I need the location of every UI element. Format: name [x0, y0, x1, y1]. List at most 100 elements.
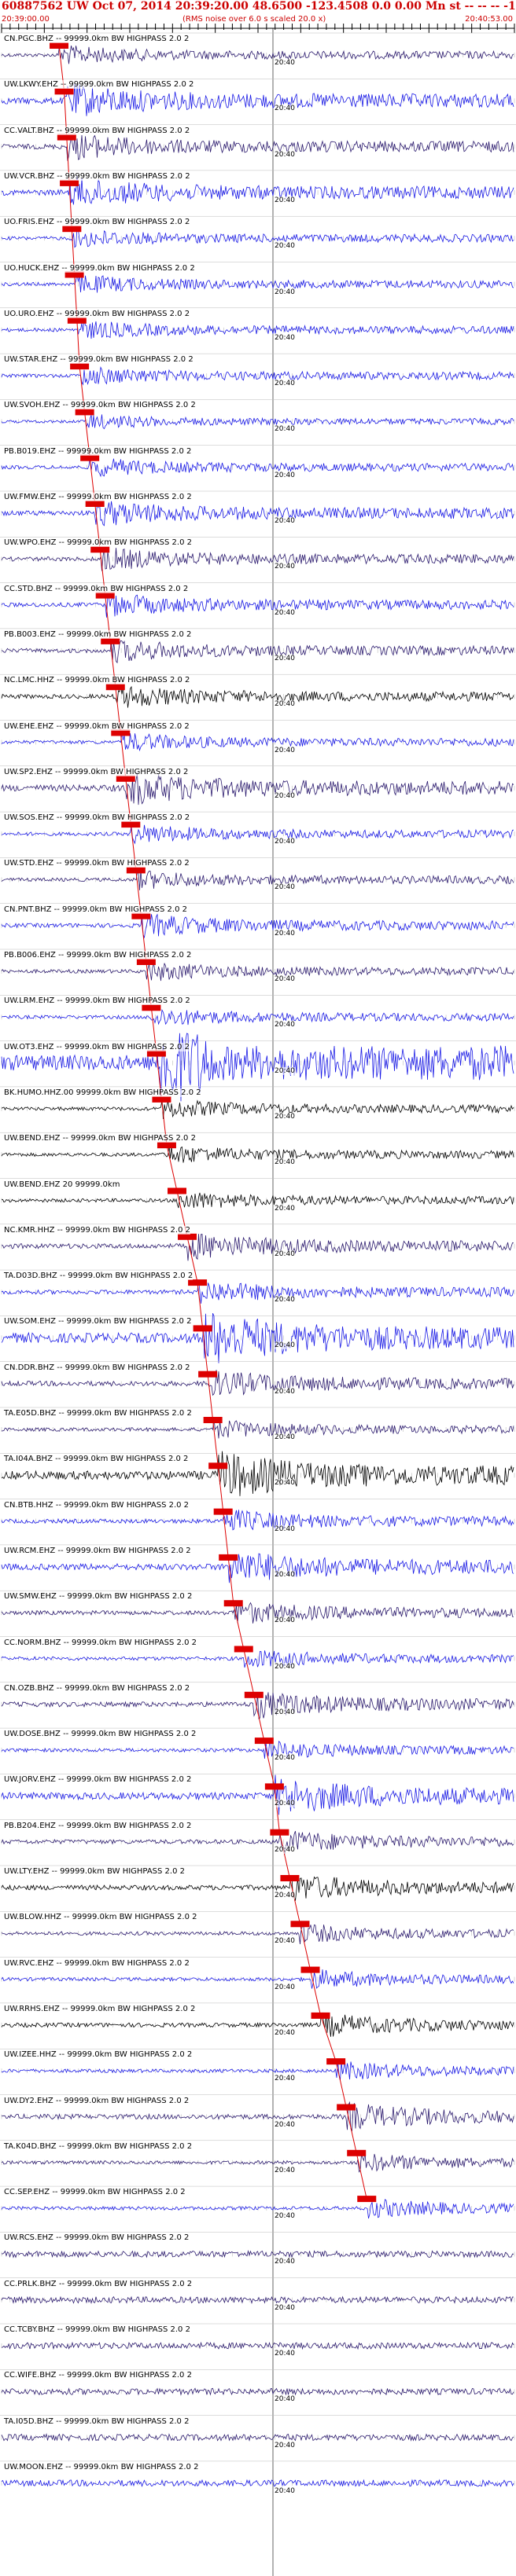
station-label: NC.KMR.HHZ -- 99999.0km BW HIGHPASS 2.0 …: [4, 1225, 190, 1235]
minute-mark-label: 20:40: [275, 1708, 295, 1716]
station-label: UW.BLOW.HHZ -- 99999.0km BW HIGHPASS 2.0…: [4, 1913, 197, 1922]
minute-mark-label: 20:40: [275, 2028, 295, 2037]
waveform-trace: [1, 1924, 514, 1945]
waveform-trace: [1, 1234, 514, 1261]
minute-mark-label: 20:40: [275, 1341, 295, 1350]
minute-mark-label: 20:40: [275, 150, 295, 159]
station-label: CN.PNT.BHZ -- 99999.0km BW HIGHPASS 2.0 …: [4, 905, 187, 914]
minute-mark-label: 20:40: [275, 746, 295, 754]
minute-mark-label: 20:40: [275, 105, 295, 113]
station-label: NC.LMC.HHZ -- 99999.0km BW HIGHPASS 2.0 …: [4, 676, 190, 685]
station-label: UW.EHE.EHZ -- 99999.0km BW HIGHPASS 2.0 …: [4, 721, 190, 731]
station-label: PB.B204.EHZ -- 99999.0km BW HIGHPASS 2.0…: [4, 1821, 192, 1830]
station-label: UW.SMW.EHZ -- 99999.0km BW HIGHPASS 2.0 …: [4, 1592, 193, 1602]
minute-mark-label: 20:40: [275, 1616, 295, 1625]
station-label: PB.B003.EHZ -- 99999.0km BW HIGHPASS 2.0…: [4, 629, 192, 639]
station-label: UO.FRIS.EHZ -- 99999.0km BW HIGHPASS 2.0…: [4, 218, 190, 227]
station-label: CN.PGC.BHZ -- 99999.0km BW HIGHPASS 2.0 …: [4, 35, 190, 43]
minute-mark-label: 20:40: [275, 1296, 295, 1305]
station-label: UW.RVC.EHZ -- 99999.0km BW HIGHPASS 2.0 …: [4, 1958, 190, 1968]
waveform-trace: [1, 869, 514, 890]
station-label: UW.SOM.EHZ -- 99999.0km BW HIGHPASS 2.0 …: [4, 1317, 192, 1327]
station-label: UW.RRHS.EHZ -- 99999.0km BW HIGHPASS 2.0…: [4, 2004, 196, 2013]
station-label: UW.DY2.EHZ -- 99999.0km BW HIGHPASS 2.0 …: [4, 2096, 190, 2105]
minute-mark-label: 20:40: [275, 791, 295, 800]
waveform-trace: [1, 456, 514, 478]
station-label: UW.WPO.EHZ -- 99999.0km BW HIGHPASS 2.0 …: [4, 538, 192, 548]
phase-pick-marker: [357, 2196, 377, 2203]
station-label: UW.LTY.EHZ -- 99999.0km BW HIGHPASS 2.0 …: [4, 1867, 185, 1876]
minute-mark-label: 20:40: [275, 1249, 295, 1258]
minute-mark-label: 20:40: [275, 654, 295, 662]
waveform-trace: [1, 732, 514, 752]
station-label: BK.HUMO.HHZ.00 99999.0km BW HIGHPASS 2.0…: [4, 1088, 201, 1097]
station-label: TA.I04A.BHZ -- 99999.0km BW HIGHPASS 2.0…: [4, 1455, 189, 1464]
station-label: CC.VALT.BHZ -- 99999.0km BW HIGHPASS 2.0…: [4, 126, 190, 135]
minute-mark-label: 20:40: [275, 2258, 295, 2266]
minute-mark-label: 20:40: [275, 1754, 295, 1763]
minute-mark-label: 20:40: [275, 2486, 295, 2495]
minute-mark-label: 20:40: [275, 2212, 295, 2221]
station-label: UW.BEND.EHZ -- 99999.0km BW HIGHPASS 2.0…: [4, 1134, 196, 1143]
station-label: CN.OZB.BHZ -- 99999.0km BW HIGHPASS 2.0 …: [4, 1683, 190, 1693]
station-label: UW.RCS.EHZ -- 99999.0km BW HIGHPASS 2.0 …: [4, 2233, 190, 2243]
minute-mark-label: 20:40: [275, 1158, 295, 1167]
station-label: UW.DOSE.BHZ -- 99999.0km BW HIGHPASS 2.0…: [4, 1730, 197, 1739]
minute-mark-label: 20:40: [275, 2395, 295, 2404]
station-label: CN.BTB.HHZ -- 99999.0km BW HIGHPASS 2.0 …: [4, 1500, 190, 1510]
minute-mark-label: 20:40: [275, 1066, 295, 1075]
minute-mark-label: 20:40: [275, 1570, 295, 1579]
minute-mark-label: 20:40: [275, 1800, 295, 1808]
minute-mark-label: 20:40: [275, 1433, 295, 1441]
minute-mark-label: 20:40: [275, 288, 295, 296]
minute-mark-label: 20:40: [275, 2303, 295, 2312]
station-label: UW.BEND.EHZ 20 99999.0km: [4, 1180, 120, 1189]
minute-mark-label: 20:40: [275, 1662, 295, 1671]
minute-mark-label: 20:40: [275, 517, 295, 525]
minute-mark-label: 20:40: [275, 883, 295, 892]
station-label: UW.STD.EHZ -- 99999.0km BW HIGHPASS 2.0 …: [4, 859, 190, 868]
station-label: CC.STD.BHZ -- 99999.0km BW HIGHPASS 2.0 …: [4, 584, 189, 593]
minute-mark-label: 20:40: [275, 700, 295, 709]
minute-mark-label: 20:40: [275, 838, 295, 846]
station-label: UO.URO.EHZ -- 99999.0km BW HIGHPASS 2.0 …: [4, 309, 190, 318]
station-label: CC.PRLK.BHZ -- 99999.0km BW HIGHPASS 2.0…: [4, 2279, 193, 2288]
waveform-trace: [1, 593, 514, 618]
minute-mark-label: 20:40: [275, 2075, 295, 2083]
minute-mark-label: 20:40: [275, 380, 295, 388]
station-label: TA.E05D.BHZ -- 99999.0km BW HIGHPASS 2.0…: [4, 1409, 192, 1418]
minute-mark-label: 20:40: [275, 1937, 295, 1946]
minute-mark-label: 20:40: [275, 333, 295, 342]
station-label: UW.RCM.EHZ -- 99999.0km BW HIGHPASS 2.0 …: [4, 1546, 191, 1555]
minute-mark-label: 20:40: [275, 59, 295, 67]
minute-mark-label: 20:40: [275, 1204, 295, 1213]
minute-mark-label: 20:40: [275, 608, 295, 617]
minute-mark-label: 20:40: [275, 196, 295, 204]
minute-mark-label: 20:40: [275, 1479, 295, 1488]
minute-mark-label: 20:40: [275, 2166, 295, 2174]
station-label: UW.SVOH.EHZ -- 99999.0km BW HIGHPASS 2.0…: [4, 401, 196, 410]
station-label: CC.WIFE.BHZ -- 99999.0km BW HIGHPASS 2.0…: [4, 2371, 192, 2380]
station-label: UW.VCR.BHZ -- 99999.0km BW HIGHPASS 2.0 …: [4, 171, 190, 181]
station-label: CC.NORM.BHZ -- 99999.0km BW HIGHPASS 2.0…: [4, 1638, 197, 1647]
minute-mark-label: 20:40: [275, 563, 295, 571]
minute-mark-label: 20:40: [275, 242, 295, 251]
minute-mark-label: 20:40: [275, 425, 295, 434]
station-label: TA.I05D.BHZ -- 99999.0km BW HIGHPASS 2.0…: [4, 2416, 190, 2426]
minute-mark-label: 20:40: [275, 1021, 295, 1029]
minute-mark-label: 20:40: [275, 471, 295, 479]
station-label: UW.JORV.EHZ -- 99999.0km BW HIGHPASS 2.0…: [4, 1775, 192, 1785]
minute-mark-label: 20:40: [275, 1892, 295, 1899]
station-label: UW.FMW.EHZ -- 99999.0km BW HIGHPASS 2.0 …: [4, 493, 192, 501]
waveform-trace: [1, 1553, 514, 1583]
station-label: UW.OT3.EHZ -- 99999.0km BW HIGHPASS 2.0 …: [4, 1042, 190, 1051]
station-label: CC.TCBY.BHZ -- 99999.0km BW HIGHPASS 2.0…: [4, 2325, 190, 2334]
station-label: UW.LRM.EHZ -- 99999.0km BW HIGHPASS 2.0 …: [4, 996, 190, 1006]
station-label: CC.SEP.EHZ -- 99999.0km BW HIGHPASS 2.0 …: [4, 2188, 186, 2197]
station-label: TA.D03D.BHZ -- 99999.0km BW HIGHPASS 2.0…: [4, 1271, 194, 1281]
minute-mark-label: 20:40: [275, 975, 295, 983]
pick-moveout-line: [58, 45, 367, 2200]
waveform-trace: [1, 1279, 514, 1304]
waveform-trace: [1, 772, 514, 805]
minute-mark-label: 20:40: [275, 929, 295, 938]
